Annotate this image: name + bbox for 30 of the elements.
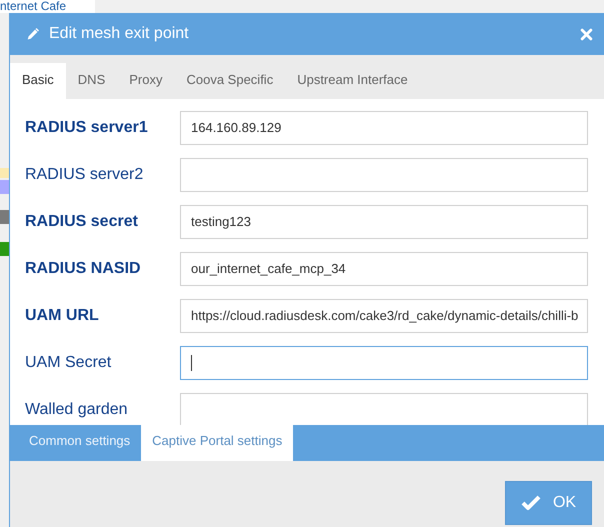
field-label: UAM URL — [25, 306, 100, 324]
tab[interactable]: Coova Specific — [174, 63, 286, 99]
background-block — [0, 242, 9, 256]
input-field[interactable] — [180, 158, 588, 192]
tab[interactable]: Proxy — [117, 63, 174, 99]
field-label: UAM Secret — [25, 354, 112, 372]
page-title: nternet Cafe — [0, 0, 95, 13]
background-block — [0, 168, 9, 178]
field-label: RADIUS server1 — [25, 118, 149, 136]
tab[interactable]: DNS — [66, 63, 118, 99]
input-field[interactable]: https://cloud.radiusdesk.com/cake3/rd_cake/dynamic-details/chilli-b — [180, 298, 588, 332]
tab[interactable]: Captive Portal settings — [141, 425, 294, 461]
background-block — [0, 180, 9, 194]
window-title: Edit mesh exit point — [49, 25, 190, 43]
input-field[interactable] — [180, 346, 588, 380]
pencil-icon — [25, 26, 41, 42]
tab[interactable]: Basic — [10, 63, 66, 99]
field-label: Walled garden — [25, 400, 129, 418]
field-label: RADIUS secret — [25, 212, 139, 230]
tab[interactable]: Common settings — [18, 425, 142, 461]
input-field[interactable]: testing123 — [180, 204, 588, 238]
background-block — [0, 210, 9, 224]
ok-button[interactable]: OK — [505, 481, 592, 525]
input-field[interactable]: our_internet_cafe_mcp_34 — [180, 252, 588, 286]
checkmark-icon — [520, 495, 541, 511]
field-label: RADIUS server2 — [25, 166, 144, 184]
input-field[interactable]: 164.160.89.129 — [180, 110, 588, 144]
tab[interactable]: Upstream Interface — [285, 63, 420, 99]
close-icon[interactable] — [580, 28, 593, 40]
field-label: RADIUS NASID — [25, 260, 142, 278]
